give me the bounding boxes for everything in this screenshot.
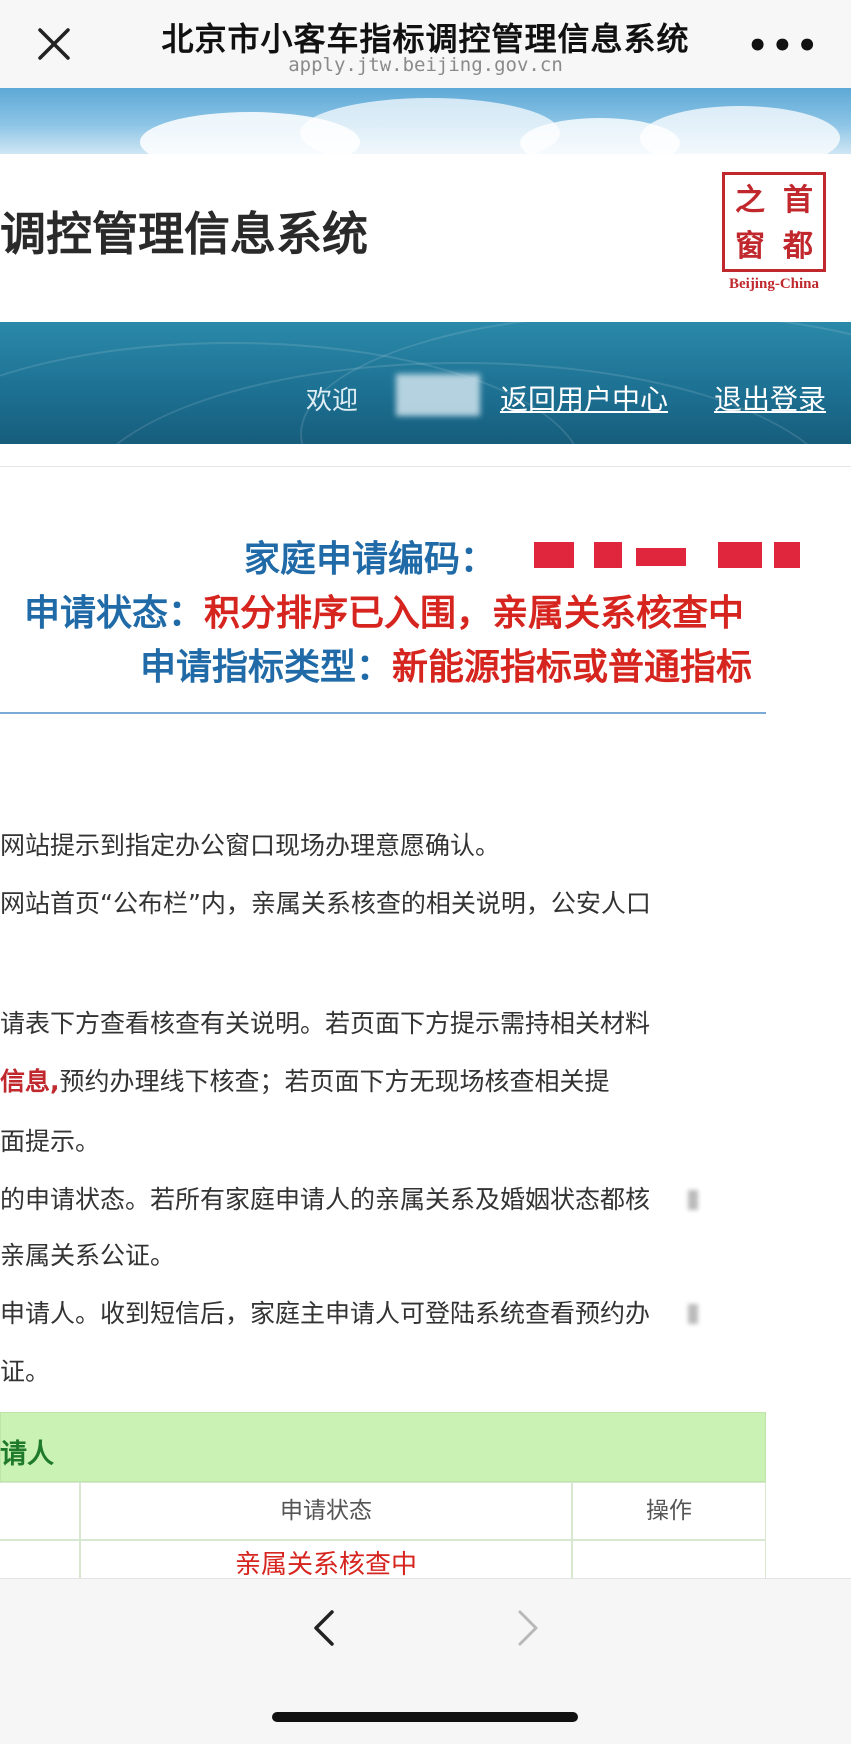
application-code-row: 家庭申请编码： bbox=[244, 530, 496, 582]
table-row-status: 亲属关系核查中 bbox=[80, 1540, 572, 1580]
home-indicator bbox=[272, 1712, 578, 1722]
logo-subtitle: Beijing-China bbox=[728, 276, 819, 292]
note-highlight: 信息, bbox=[0, 1067, 60, 1096]
applicant-table: 申请状态 操作 亲属关系核查中 bbox=[0, 1482, 766, 1580]
redacted-code-block bbox=[594, 542, 622, 568]
quota-type-label: 申请指标类型： bbox=[140, 647, 393, 688]
redacted-mark bbox=[688, 1190, 698, 1210]
more-options-button[interactable]: ••• bbox=[747, 26, 821, 66]
system-title: 调控管理信息系统 bbox=[0, 207, 368, 261]
forward-arrow-icon[interactable] bbox=[510, 1606, 546, 1650]
table-header-action: 操作 bbox=[572, 1482, 766, 1540]
note-line: 申请人。收到短信后，家庭主申请人可登陆系统查看预约办 bbox=[0, 1299, 651, 1328]
note-line: 的申请状态。若所有家庭申请人的亲属关系及婚姻状态都核 bbox=[0, 1185, 651, 1214]
applicant-table-title: 请人 bbox=[0, 1439, 54, 1470]
divider bbox=[0, 444, 851, 467]
quota-type-row: 申请指标类型：新能源指标或普通指标 bbox=[140, 638, 752, 690]
note-line: 信息,预约办理线下核查；若页面下方无现场核查相关提 bbox=[0, 1062, 610, 1098]
application-code-label: 家庭申请编码： bbox=[244, 539, 497, 580]
note-line: 网站提示到指定办公窗口现场办理意愿确认。 bbox=[0, 831, 501, 860]
table-row-action[interactable] bbox=[572, 1540, 766, 1580]
section-rule bbox=[0, 712, 766, 714]
note-line: 请表下方查看核查有关说明。若页面下方提示需持相关材料 bbox=[0, 1009, 651, 1038]
application-state-label: 申请状态： bbox=[24, 593, 205, 634]
back-arrow-icon[interactable] bbox=[306, 1606, 342, 1650]
logo-char: 首 bbox=[783, 183, 813, 218]
table-cell bbox=[0, 1540, 80, 1580]
redacted-code-block bbox=[636, 548, 686, 566]
applicant-table-header bbox=[0, 1412, 766, 1482]
row-status-value: 亲属关系核查中 bbox=[234, 1550, 417, 1580]
browser-top-bar: 北京市小客车指标调控管理信息系统 apply.jtw.beijing.gov.c… bbox=[0, 0, 851, 89]
capital-window-logo: 之 首 窗 都 bbox=[722, 172, 826, 272]
application-state-value: 积分排序已入围，亲属关系核查中 bbox=[204, 593, 745, 634]
logo-char: 都 bbox=[783, 229, 813, 264]
redacted-code-block bbox=[534, 542, 574, 568]
note-line: 面提示。 bbox=[0, 1127, 101, 1156]
note-line: 证。 bbox=[0, 1357, 51, 1386]
user-center-link[interactable]: 返回用户中心 bbox=[500, 378, 668, 418]
welcome-text: 欢迎 bbox=[306, 386, 359, 416]
redacted-code-block bbox=[718, 542, 762, 568]
logo-char: 窗 bbox=[735, 229, 765, 264]
redacted-mark bbox=[688, 1304, 698, 1324]
redacted-code-block bbox=[774, 542, 800, 568]
note-line: 网站首页“公布栏”内，亲属关系核查的相关说明，公安人口 bbox=[0, 889, 651, 918]
table-header-cell bbox=[0, 1482, 80, 1540]
note-line-rest: 预约办理线下核查；若页面下方无现场核查相关提 bbox=[59, 1067, 610, 1096]
application-state-row: 申请状态：积分排序已入围，亲属关系核查中 bbox=[24, 584, 744, 636]
logo-char: 之 bbox=[735, 183, 765, 218]
logout-link[interactable]: 退出登录 bbox=[714, 378, 826, 418]
header-sky-banner bbox=[0, 88, 851, 154]
username-redacted bbox=[396, 374, 480, 416]
table-header-status: 申请状态 bbox=[80, 1482, 572, 1540]
quota-type-value: 新能源指标或普通指标 bbox=[392, 647, 753, 688]
note-line: 亲属关系公证。 bbox=[0, 1241, 176, 1270]
page-url: apply.jtw.beijing.gov.cn bbox=[288, 54, 563, 76]
